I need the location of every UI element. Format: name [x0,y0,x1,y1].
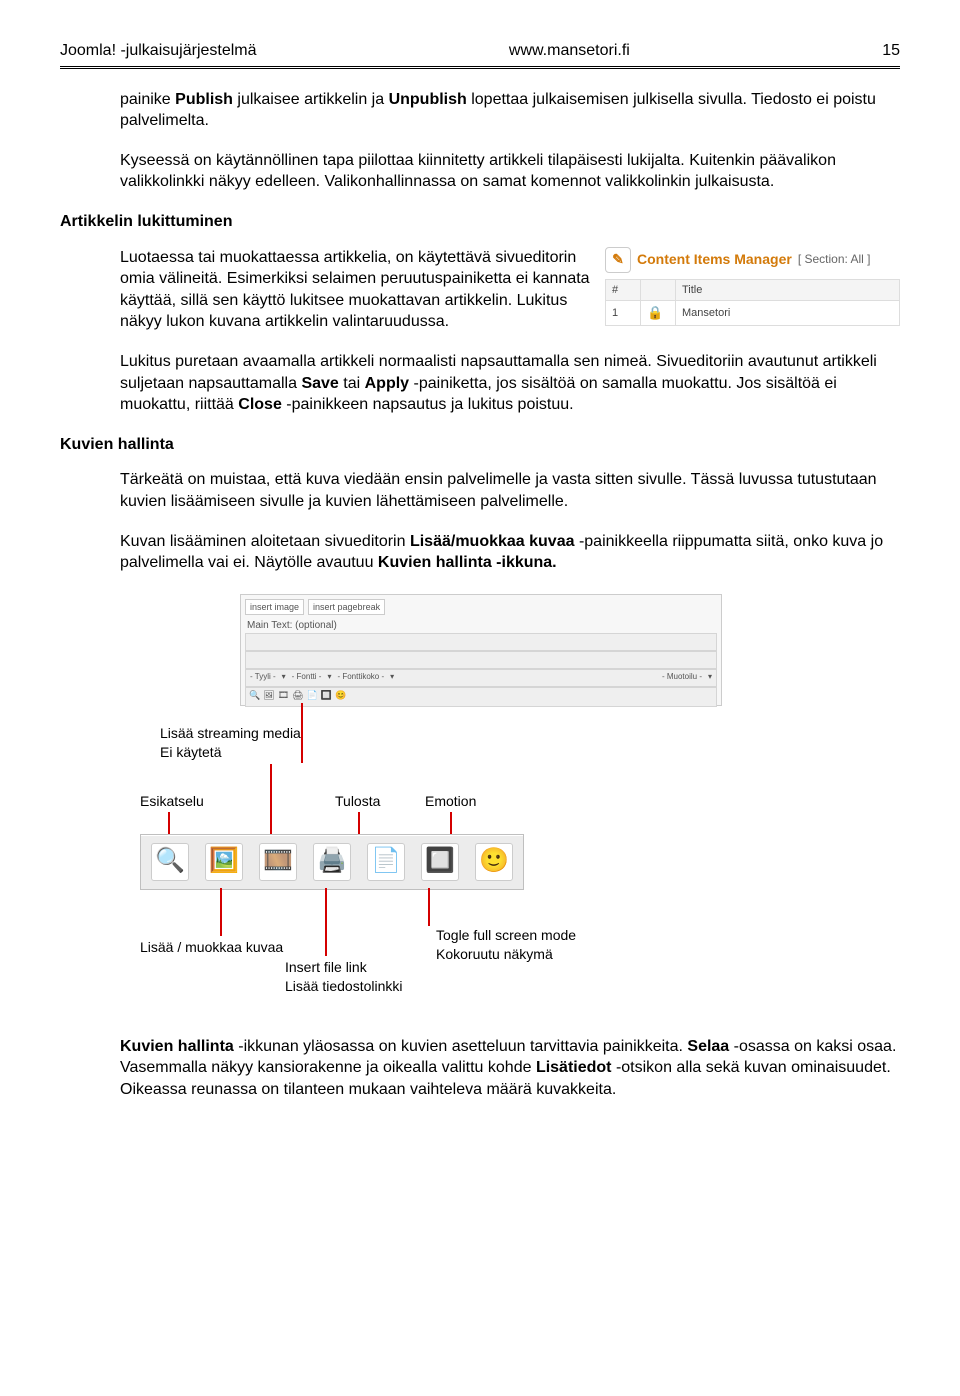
print-icon[interactable]: 📄 [307,689,318,705]
row-num: 1 [606,301,641,326]
header-page-number: 15 [882,40,900,62]
callout-line [168,812,170,834]
preview-icon[interactable]: 🔍 [151,843,189,881]
print-icon[interactable]: 📄 [367,843,405,881]
emotion-icon[interactable]: 🙂 [475,843,513,881]
streaming-media-icon[interactable]: 🎞️ [259,843,297,881]
paragraph-image-intro: Tärkeätä on muistaa, että kuva viedään e… [120,469,900,512]
manager-title: Content Items Manager [637,250,792,269]
heading-article-lock: Artikkelin lukittuminen [60,211,900,233]
preview-icon[interactable]: 🔍 [249,689,260,705]
col-num-header[interactable]: # [606,279,641,301]
editor-toolbar-row-1[interactable] [245,633,717,651]
edit-icon: ✎ [605,247,631,273]
paragraph-unlock: Lukitus puretaan avaamalla artikkeli nor… [120,351,900,416]
paragraph-publish: painike Publish julkaisee artikkelin ja … [120,89,900,132]
editor-screenshot: insert image insert pagebreak Main Text:… [240,594,722,706]
callout-insert-file-link: Insert file linkLisää tiedostolinkki [285,958,403,996]
style-select[interactable]: - Tyyli - [250,672,276,683]
editor-toolbar-row-3[interactable]: - Tyyli - ▾ - Fontti - ▾ - Fonttikoko - … [245,669,717,687]
insert-image-button[interactable]: insert image [245,599,304,615]
callout-line [325,888,327,956]
fullscreen-icon[interactable]: 🔲 [421,843,459,881]
image-icon[interactable]: 🖼 [263,689,274,705]
callout-preview: Esikatselu [140,792,204,811]
paragraph-hide-article: Kyseessä on käytännöllinen tapa piilotta… [120,150,900,193]
header-divider [60,66,900,69]
callout-line [450,812,452,834]
format-select[interactable]: - Muotoilu - [662,672,702,683]
fontsize-select[interactable]: - Fonttikoko - [337,672,384,683]
editor-bottom-toolbar-zoom: 🔍 🖼️ 🎞️ 🖨️ 📄 🔲 🙂 [140,834,524,890]
col-checkbox-header [641,279,676,301]
callout-line [220,888,222,936]
font-select[interactable]: - Fontti - [292,672,322,683]
manager-section-label: [ Section: All ] [798,251,871,267]
callout-line [270,764,272,834]
callout-fullscreen: Togle full screen modeKokoruutu näkymä [436,926,576,964]
callout-line [358,812,360,834]
col-title-header[interactable]: Title [676,279,900,301]
smiley-icon[interactable]: 😊 [335,689,346,705]
screen-icon[interactable]: 🔲 [321,689,332,705]
manager-table: # Title 1 🔒 Mansetori [605,279,900,327]
toolbar-callouts: Lisää streaming mediaEi käytetä Esikatse… [140,716,900,1036]
insert-image-icon[interactable]: 🖼️ [205,843,243,881]
editor-toolbar-row-2[interactable] [245,651,717,669]
content-items-manager-panel: ✎ Content Items Manager [ Section: All ]… [605,247,900,333]
callout-emotion: Emotion [425,792,476,811]
main-text-label: Main Text: (optional) [247,619,337,633]
header-center: www.mansetori.fi [509,40,630,62]
header-left: Joomla! -julkaisujärjestelmä [60,40,257,62]
paragraph-lock-explain: Luotaessa tai muokattaessa artikkelia, o… [120,247,595,333]
insert-file-link-icon[interactable]: 🖨️ [313,843,351,881]
insert-pagebreak-button[interactable]: insert pagebreak [308,599,385,615]
table-row[interactable]: 1 🔒 Mansetori [606,301,900,326]
lock-icon: 🔒 [647,305,663,320]
callout-print: Tulosta [335,792,380,811]
row-lock-icon: 🔒 [641,301,676,326]
media-icon[interactable]: 🎞 [278,689,289,705]
paragraph-image-window: Kuvien hallinta -ikkunan yläosassa on ku… [120,1036,900,1101]
callout-line [428,888,430,926]
row-title[interactable]: Mansetori [676,301,900,326]
callout-edit-image: Lisää / muokkaa kuvaa [140,938,283,957]
callout-streaming-media: Lisää streaming mediaEi käytetä [160,724,301,762]
heading-image-management: Kuvien hallinta [60,434,900,456]
editor-toolbar-row-4[interactable]: 🔍 🖼 🎞 🖨 📄 🔲 😊 [245,687,717,707]
paragraph-image-start: Kuvan lisääminen aloitetaan sivueditorin… [120,531,900,574]
